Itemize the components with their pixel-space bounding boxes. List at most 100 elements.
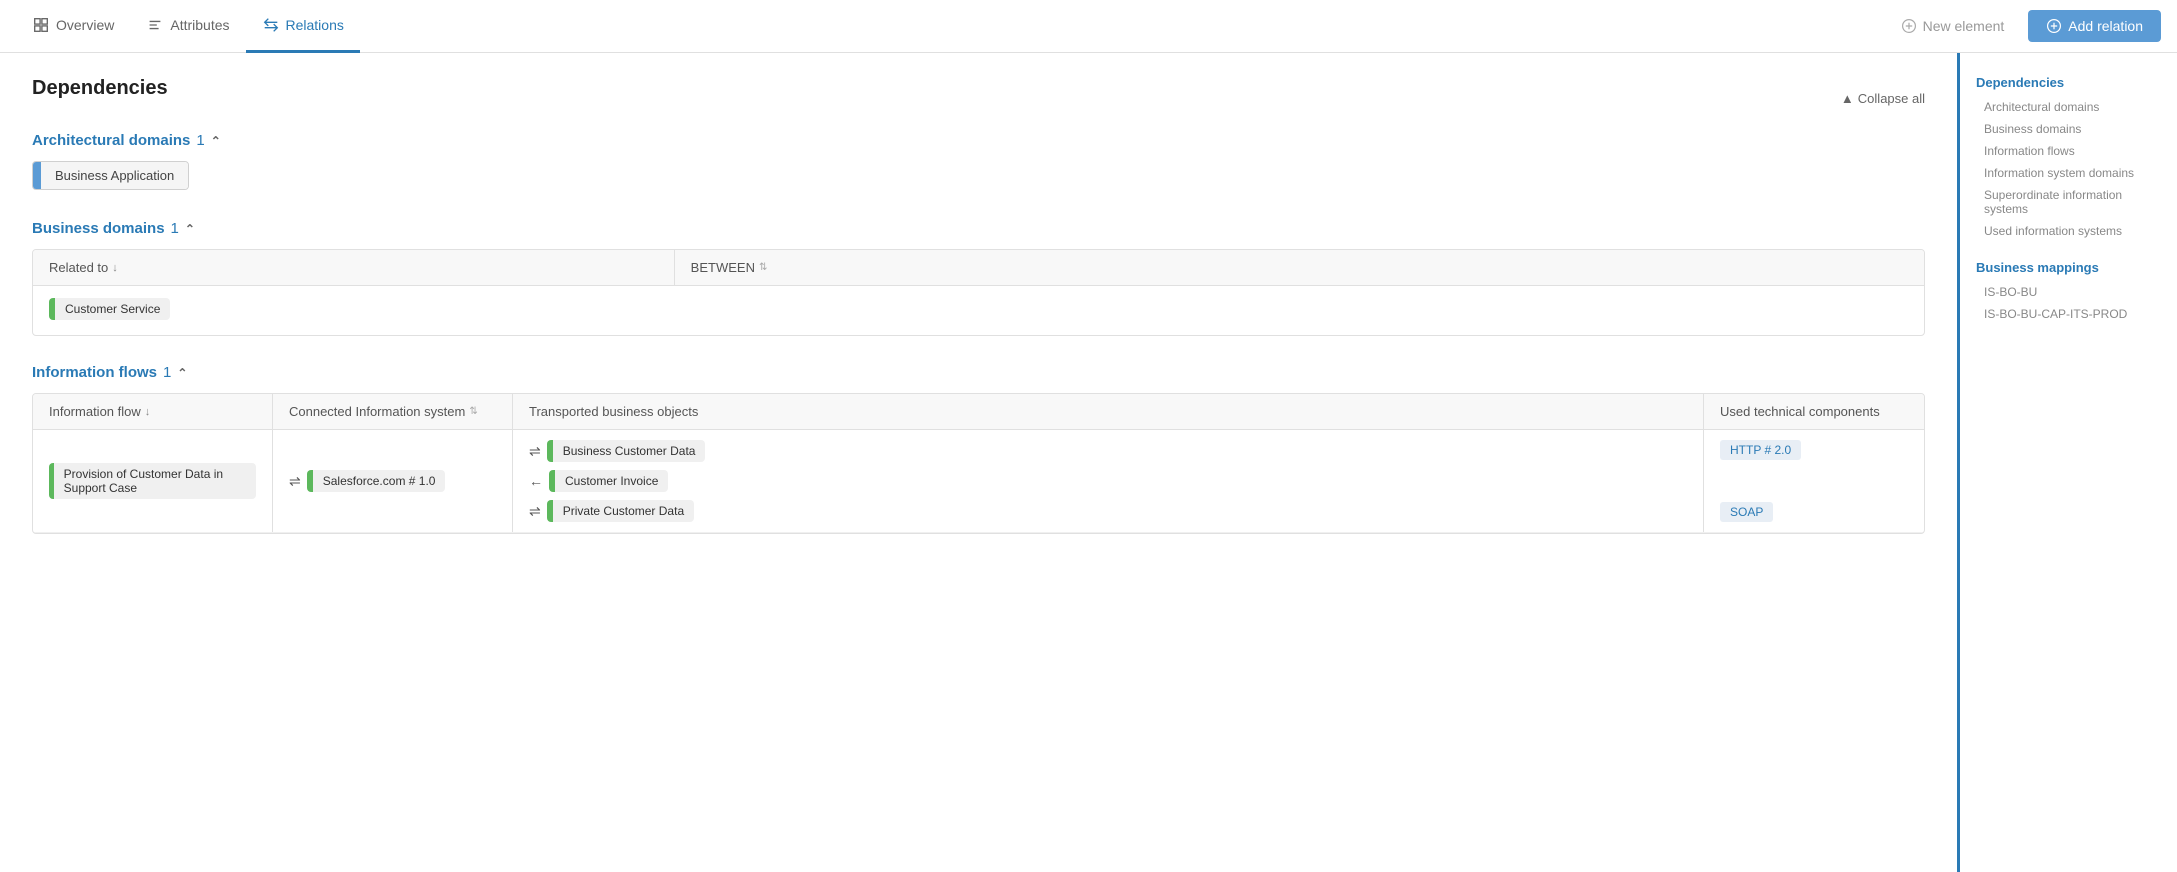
business-customer-data-tag[interactable]: Business Customer Data [547, 440, 706, 462]
collapse-all-label: Collapse all [1858, 91, 1925, 106]
http-tag[interactable]: HTTP # 2.0 [1720, 440, 1801, 460]
business-domains-title: Business domains 1 ⌃ [32, 220, 1925, 237]
tab-attributes[interactable]: Attributes [130, 0, 245, 53]
if-col-objects: Transported business objects [513, 394, 1704, 429]
information-flows-chevron[interactable]: ⌃ [177, 366, 187, 380]
architectural-domain-item[interactable]: Business Application [32, 161, 189, 190]
sidebar-item-information-flows[interactable]: Information flows [1960, 140, 2177, 162]
tab-overview[interactable]: Overview [16, 0, 130, 53]
architectural-domains-count: 1 [196, 132, 204, 149]
if-table-row: Provision of Customer Data in Support Ca… [33, 430, 1924, 533]
private-customer-data-tag[interactable]: Private Customer Data [547, 500, 694, 522]
layout: Dependencies ▲ Collapse all Architectura… [0, 53, 2177, 872]
nav-actions: New element Add relation [1885, 10, 2161, 42]
tag-label: Customer Service [55, 298, 170, 320]
connected-exchange-icon: ⇌ [289, 473, 301, 490]
architectural-domains-section: Architectural domains 1 ⌃ Business Appli… [32, 132, 1925, 192]
if-connected-sort-icon[interactable]: ⇅ [469, 406, 477, 417]
customer-service-tag[interactable]: Customer Service [49, 298, 170, 320]
if-col-tech-label: Used technical components [1720, 404, 1880, 419]
new-element-label: New element [1923, 18, 2005, 34]
architectural-domains-chevron[interactable]: ⌃ [211, 134, 221, 148]
bd-row-left: Customer Service [49, 298, 669, 323]
business-domains-chevron[interactable]: ⌃ [185, 222, 195, 236]
information-flows-table: Information flow ↓ Connected Information… [32, 393, 1925, 534]
architectural-domains-title: Architectural domains 1 ⌃ [32, 132, 1925, 149]
customer-invoice-tag[interactable]: Customer Invoice [549, 470, 668, 492]
sidebar-business-mappings-label[interactable]: Business mappings [1960, 254, 2177, 281]
page-title: Dependencies [32, 77, 168, 100]
business-domains-count: 1 [171, 220, 179, 237]
if-col-objects-label: Transported business objects [529, 404, 698, 419]
if-cell-tech: HTTP # 2.0 SOAP [1704, 430, 1924, 532]
bd-row-right [669, 298, 1908, 323]
sidebar-item-architectural-domains[interactable]: Architectural domains [1960, 96, 2177, 118]
attributes-icon [146, 16, 164, 34]
relations-icon [262, 16, 280, 34]
bd-col-related: Related to ↓ [33, 250, 675, 285]
add-relation-button[interactable]: Add relation [2028, 10, 2161, 42]
business-mappings-group: Business mappings IS-BO-BU IS-BO-BU-CAP-… [1960, 254, 2177, 325]
business-object-row-2: ← Customer Invoice [529, 470, 668, 492]
flow-tag-label: Provision of Customer Data in Support Ca… [54, 463, 256, 499]
information-flows-count: 1 [163, 364, 171, 381]
connected-tag-label: Salesforce.com # 1.0 [313, 470, 446, 492]
plus-circle-icon [1901, 18, 1917, 34]
sidebar-dependencies-label[interactable]: Dependencies [1960, 69, 2177, 96]
between-label: BETWEEN [691, 260, 755, 275]
sidebar-item-is-bo-bu[interactable]: IS-BO-BU [1960, 281, 2177, 303]
arrow-icon-2: ← [529, 473, 543, 489]
arch-item-label: Business Application [41, 162, 188, 189]
tab-overview-label: Overview [56, 17, 114, 33]
tab-relations[interactable]: Relations [246, 0, 360, 53]
bo1-label: Business Customer Data [553, 440, 706, 462]
related-to-label: Related to [49, 260, 108, 275]
if-col-flow-label: Information flow [49, 404, 141, 419]
if-col-tech: Used technical components [1704, 394, 1924, 429]
main-content: Dependencies ▲ Collapse all Architectura… [0, 53, 1957, 872]
overview-icon [32, 16, 50, 34]
if-col-connected-label: Connected Information system [289, 404, 465, 419]
business-object-row-1: ⇌ Business Customer Data [529, 440, 705, 462]
add-relation-icon [2046, 18, 2062, 34]
business-object-row-3: ⇌ Private Customer Data [529, 500, 694, 522]
right-sidebar: Dependencies Architectural domains Busin… [1957, 53, 2177, 872]
business-domains-label: Business domains [32, 220, 165, 237]
sidebar-item-is-bo-bu-cap[interactable]: IS-BO-BU-CAP-ITS-PROD [1960, 303, 2177, 325]
tab-relations-label: Relations [286, 17, 344, 33]
sidebar-item-business-domains[interactable]: Business domains [1960, 118, 2177, 140]
if-col-flow: Information flow ↓ [33, 394, 273, 429]
related-sort-icon[interactable]: ↓ [112, 262, 118, 274]
between-sort-icon[interactable]: ⇅ [759, 262, 767, 273]
if-flow-sort-icon[interactable]: ↓ [145, 406, 151, 418]
soap-tag[interactable]: SOAP [1720, 502, 1773, 522]
if-cell-objects: ⇌ Business Customer Data ← Customer Invo… [513, 430, 1704, 532]
sidebar-item-superordinate[interactable]: Superordinate information systems [1960, 184, 2177, 220]
bd-table-header: Related to ↓ BETWEEN ⇅ [33, 250, 1924, 286]
bo2-label: Customer Invoice [555, 470, 668, 492]
add-relation-label: Add relation [2068, 18, 2143, 34]
if-cell-connected: ⇌ Salesforce.com # 1.0 [273, 430, 513, 532]
bd-col-between: BETWEEN ⇅ [675, 250, 1924, 285]
page-header: Dependencies ▲ Collapse all [32, 77, 1925, 120]
connected-system-tag[interactable]: Salesforce.com # 1.0 [307, 470, 446, 492]
information-flows-section: Information flows 1 ⌃ Information flow ↓… [32, 364, 1925, 534]
top-nav: Overview Attributes Relations New elemen… [0, 0, 2177, 53]
business-domains-section: Business domains 1 ⌃ Related to ↓ BETWEE… [32, 220, 1925, 336]
tech-component-1: HTTP # 2.0 [1720, 440, 1801, 460]
architectural-domains-label: Architectural domains [32, 132, 190, 149]
if-cell-flow-name: Provision of Customer Data in Support Ca… [33, 430, 273, 532]
collapse-all-button[interactable]: ▲ Collapse all [1841, 91, 1925, 106]
tech-component-2: SOAP [1720, 502, 1773, 522]
new-element-button[interactable]: New element [1885, 10, 2021, 42]
business-domains-table: Related to ↓ BETWEEN ⇅ Customer Service [32, 249, 1925, 336]
sidebar-item-used-information-systems[interactable]: Used information systems [1960, 220, 2177, 242]
sidebar-item-information-system-domains[interactable]: Information system domains [1960, 162, 2177, 184]
arch-item-color-bar [33, 162, 41, 189]
exchange-icon-3: ⇌ [529, 503, 541, 520]
information-flows-title: Information flows 1 ⌃ [32, 364, 1925, 381]
tab-attributes-label: Attributes [170, 17, 229, 33]
flow-name-tag[interactable]: Provision of Customer Data in Support Ca… [49, 463, 256, 499]
chevron-up-icon: ▲ [1841, 91, 1854, 106]
bd-table-row: Customer Service [33, 286, 1924, 335]
